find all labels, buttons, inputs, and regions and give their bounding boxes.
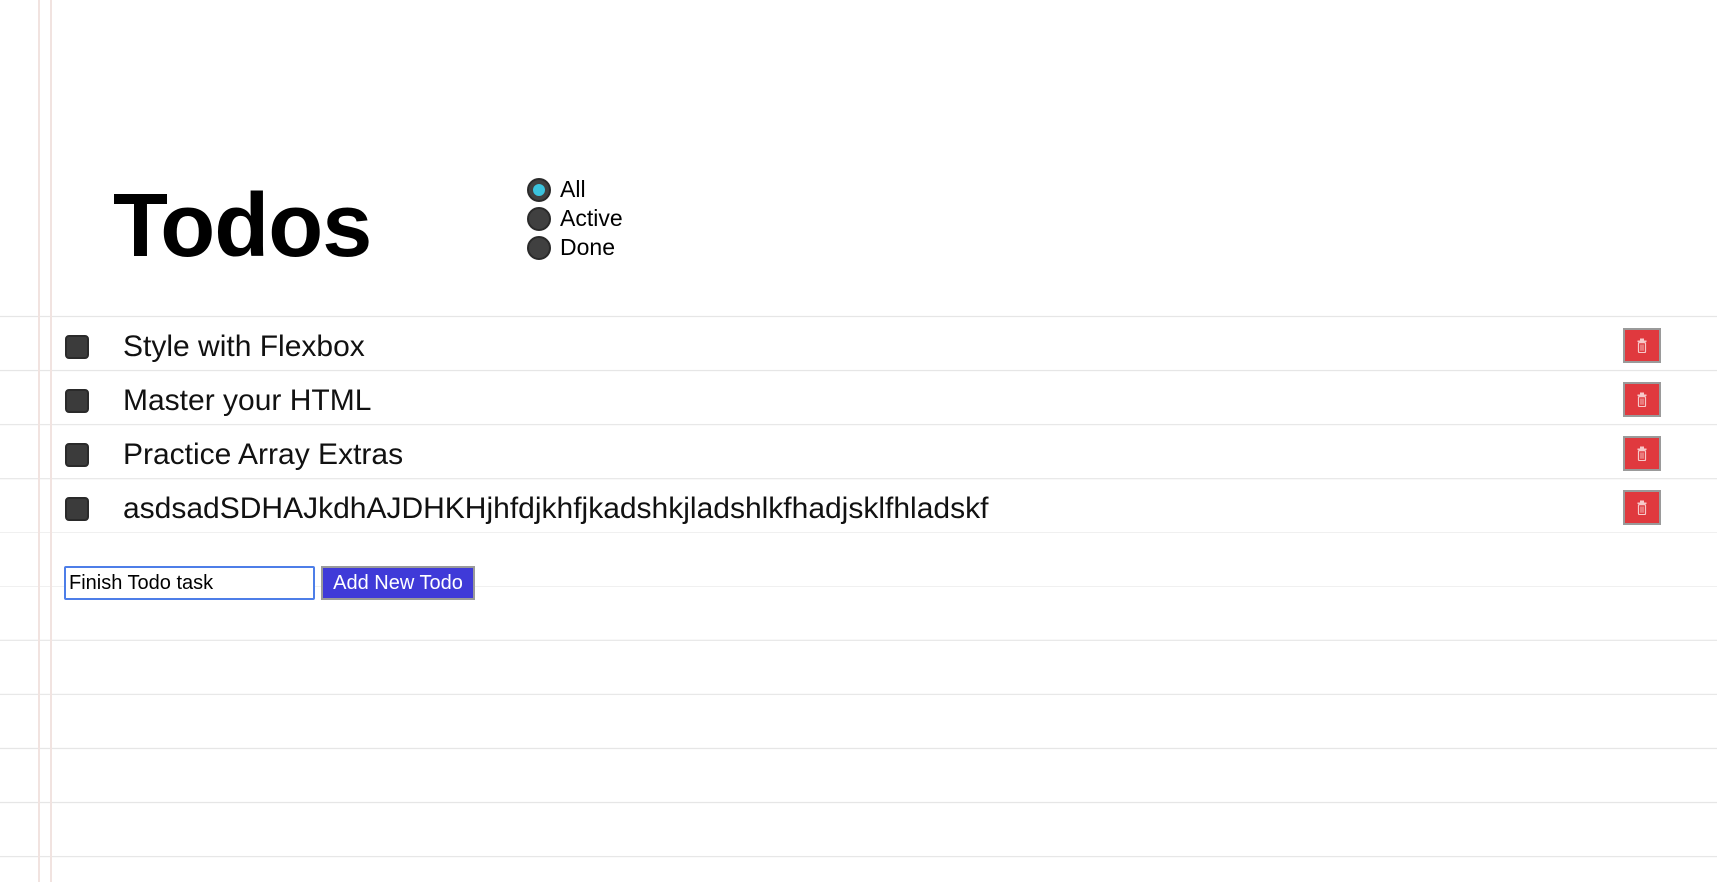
delete-button[interactable] <box>1623 436 1661 471</box>
trash-icon <box>1637 446 1647 461</box>
todo-item: Practice Array Extras <box>0 426 1717 480</box>
todo-text: Style with Flexbox <box>123 330 365 363</box>
filter-all-label: All <box>560 176 586 202</box>
todo-item: Style with Flexbox <box>0 318 1717 372</box>
page-title: Todos <box>113 176 372 276</box>
filter-all[interactable]: All <box>527 175 623 204</box>
trash-icon <box>1637 500 1647 515</box>
todo-checkbox[interactable] <box>65 389 89 413</box>
add-todo-button[interactable]: Add New Todo <box>321 566 475 600</box>
filter-active[interactable]: Active <box>527 204 623 233</box>
todo-text: asdsadSDHAJkdhAJDHKHjhfdjkhfjkadshkjlads… <box>123 492 989 525</box>
delete-button[interactable] <box>1623 328 1661 363</box>
todo-checkbox[interactable] <box>65 497 89 521</box>
filter-active-radio[interactable] <box>527 206 551 231</box>
filter-all-radio[interactable] <box>527 177 551 202</box>
new-todo-input[interactable] <box>64 566 315 600</box>
todo-text: Master your HTML <box>123 384 372 417</box>
todo-list: Style with Flexbox Master your HTML Prac… <box>0 318 1717 534</box>
filter-active-label: Active <box>560 205 623 231</box>
todo-text: Practice Array Extras <box>123 438 404 471</box>
add-todo-form: Add New Todo <box>64 566 475 600</box>
filter-done-radio[interactable] <box>527 235 551 260</box>
filter-group: All Active Done <box>527 175 623 262</box>
todo-item: Master your HTML <box>0 372 1717 426</box>
filter-done-label: Done <box>560 234 615 260</box>
trash-icon <box>1637 338 1647 353</box>
filter-done[interactable]: Done <box>527 233 623 262</box>
delete-button[interactable] <box>1623 382 1661 417</box>
todo-item: asdsadSDHAJkdhAJDHKHjhfdjkhfjkadshkjlads… <box>0 480 1717 534</box>
todo-checkbox[interactable] <box>65 335 89 359</box>
delete-button[interactable] <box>1623 490 1661 525</box>
trash-icon <box>1637 392 1647 407</box>
todo-checkbox[interactable] <box>65 443 89 467</box>
